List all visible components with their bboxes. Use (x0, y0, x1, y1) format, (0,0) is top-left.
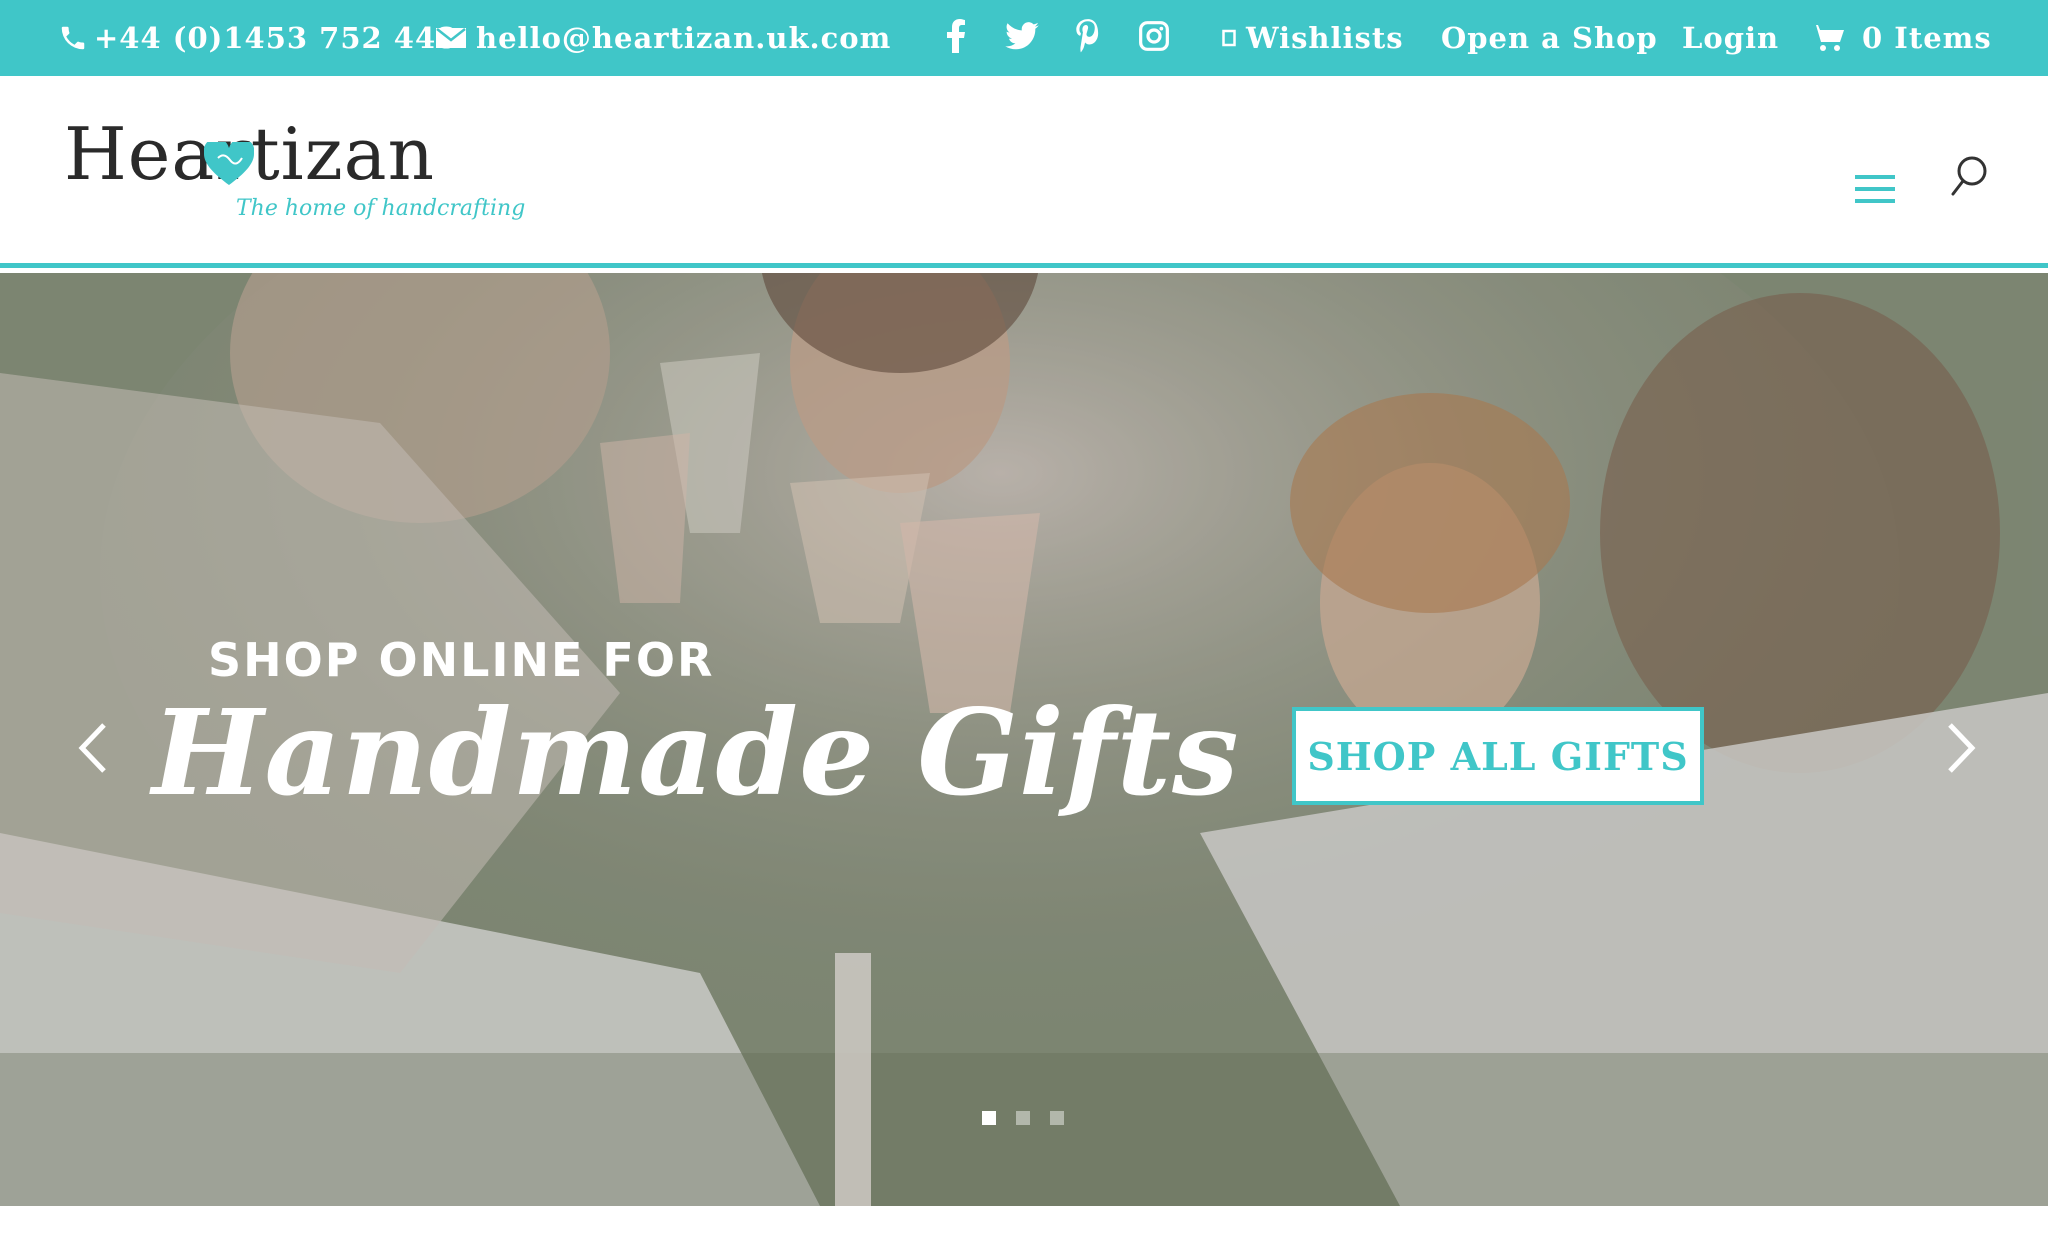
cart-link[interactable]: 0 Items (1810, 0, 1992, 76)
previous-slide-icon[interactable] (68, 713, 118, 783)
login-link[interactable]: Login (1682, 0, 1779, 76)
phone-link[interactable]: +44 (0)1453 752 448 (58, 0, 457, 76)
heart-icon (204, 142, 254, 185)
instagram-link[interactable] (1134, 16, 1174, 56)
cart-count: 0 Items (1862, 21, 1992, 55)
slider-pagination (982, 1111, 1064, 1125)
hero-title: Handmade Gifts (152, 683, 1240, 822)
slide-dot[interactable] (982, 1111, 996, 1125)
pinterest-link[interactable] (1068, 16, 1108, 56)
next-slide-icon[interactable] (1936, 713, 1986, 783)
cart-icon (1810, 25, 1844, 51)
open-shop-link[interactable]: Open a Shop (1441, 0, 1658, 76)
phone-icon (61, 26, 85, 50)
wishlists-label: Wishlists (1246, 21, 1404, 55)
twitter-icon (1005, 22, 1039, 50)
login-label: Login (1682, 21, 1780, 55)
slide-dot[interactable] (1016, 1111, 1030, 1125)
email-address: hello@heartizan.uk.com (476, 21, 892, 55)
hero-eyebrow: SHOP ONLINE FOR (208, 633, 715, 687)
top-bar: +44 (0)1453 752 448 hello@heartizan.uk.c… (0, 0, 2048, 76)
slide-dot[interactable] (1050, 1111, 1064, 1125)
menu-toggle-icon[interactable] (1855, 175, 1895, 209)
site-header: Heartizan The home of handcrafting (0, 76, 2048, 268)
hero-slider: SHOP ONLINE FOR Handmade Gifts SHOP ALL … (0, 273, 2048, 1206)
instagram-icon (1139, 21, 1169, 51)
phone-number: +44 (0)1453 752 448 (94, 21, 458, 55)
twitter-link[interactable] (1002, 16, 1042, 56)
search-icon[interactable] (1950, 154, 1990, 198)
open-shop-label: Open a Shop (1441, 21, 1658, 55)
facebook-link[interactable] (936, 16, 976, 56)
facebook-icon (947, 19, 965, 53)
email-link[interactable]: hello@heartizan.uk.com (436, 0, 891, 76)
logo-tagline: The home of handcrafting (236, 196, 526, 221)
wishlist-icon (1222, 29, 1236, 47)
envelope-icon (436, 28, 466, 48)
wishlists-link[interactable]: Wishlists (1222, 0, 1404, 76)
shop-all-gifts-button[interactable]: SHOP ALL GIFTS (1292, 707, 1704, 805)
site-logo[interactable]: Heartizan The home of handcrafting (64, 118, 525, 228)
pinterest-icon (1076, 19, 1099, 53)
